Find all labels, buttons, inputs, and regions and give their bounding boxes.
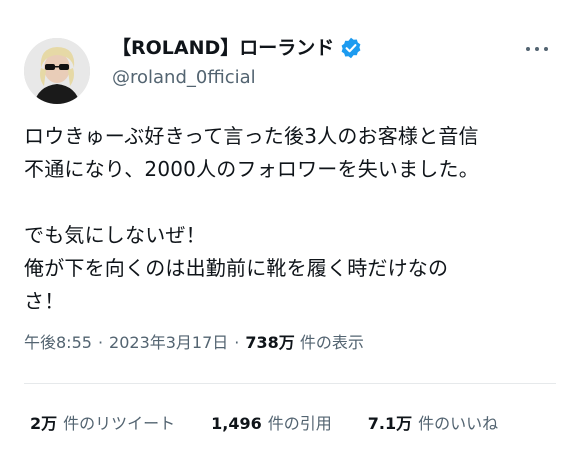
tweet-line-gap xyxy=(24,186,554,219)
quotes-stat[interactable]: 1,496 件の引用 xyxy=(211,410,332,434)
engagement-stats: 2万 件のリツイート 1,496 件の引用 7.1万 件のいいね xyxy=(30,410,498,434)
tweet-line: 不通になり、2000人のフォロワーを失いました。 xyxy=(24,157,479,181)
handle[interactable]: @roland_0fficial xyxy=(112,66,256,90)
tweet-date[interactable]: 2023年3月17日 xyxy=(109,333,228,352)
display-name[interactable]: 【ROLAND】ローランド xyxy=(112,36,334,60)
views-count: 738万 xyxy=(245,333,295,352)
quotes-count: 1,496 xyxy=(211,414,262,433)
avatar-image xyxy=(24,38,90,104)
views-label: 件の表示 xyxy=(299,333,364,352)
tweet-line: さ！ xyxy=(24,289,65,313)
likes-count: 7.1万 xyxy=(367,414,413,433)
retweets-stat[interactable]: 2万 件のリツイート xyxy=(30,410,175,434)
tweet-line: 俺が下を向くのは出勤前に靴を履く時だけなの xyxy=(24,256,449,280)
tweet: 【ROLAND】ローランド @roland_0fficial ロウきゅーぶ好きっ… xyxy=(0,0,580,458)
author-name-row[interactable]: 【ROLAND】ローランド xyxy=(112,36,362,60)
tweet-line: でも気にしないぜ！ xyxy=(24,223,206,247)
likes-stat[interactable]: 7.1万 件のいいね xyxy=(368,410,498,434)
likes-label: 件のいいね xyxy=(418,414,499,433)
verified-badge-icon xyxy=(340,37,362,59)
tweet-text: ロウきゅーぶ好きって言った後3人のお客様と音信 不通になり、2000人のフォロワ… xyxy=(24,120,554,318)
quotes-label: 件の引用 xyxy=(267,414,332,433)
tweet-meta: 午後8:55 · 2023年3月17日 · 738万 件の表示 xyxy=(24,329,364,353)
meta-separator: · xyxy=(97,333,104,352)
tweet-line: ロウきゅーぶ好きって言った後3人のお客様と音信 xyxy=(24,124,479,148)
divider xyxy=(24,383,556,384)
more-options-icon[interactable] xyxy=(526,44,550,54)
retweets-count: 2万 xyxy=(30,414,58,433)
avatar[interactable] xyxy=(24,38,90,104)
retweets-label: 件のリツイート xyxy=(63,414,176,433)
meta-separator: · xyxy=(234,333,240,352)
tweet-time[interactable]: 午後8:55 xyxy=(24,333,92,352)
